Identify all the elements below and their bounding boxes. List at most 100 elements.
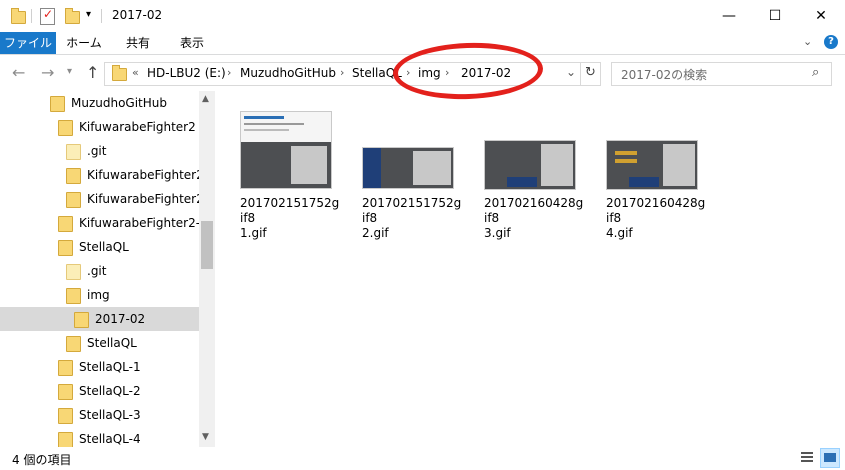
sidebar-item-label: StellaQL-3 <box>79 408 141 422</box>
item-count: 4 個の項目 <box>12 453 72 467</box>
sidebar-item[interactable]: MuzudhoGitHub <box>0 91 199 115</box>
sidebar-item-label: StellaQL-1 <box>79 360 141 374</box>
scrollbar-thumb[interactable] <box>201 221 213 269</box>
file-item[interactable]: 201702151752gif8 2.gif <box>362 147 462 240</box>
navigation-pane: MuzudhoGitHub KifuwarabeFighter2 .git Kifuw… <box>0 91 215 447</box>
details-view-icon[interactable] <box>799 449 815 465</box>
tab-home[interactable]: ホーム <box>62 32 106 54</box>
sidebar-item-label: KifuwarabeFighter2 <box>79 120 196 134</box>
sidebar-item-label: img <box>87 288 110 302</box>
sidebar-item[interactable]: StellaQL-3 <box>0 403 199 427</box>
sidebar-item[interactable]: .git <box>0 259 199 283</box>
folder-icon <box>66 192 81 208</box>
sidebar-item-label: 2017-02 <box>95 312 146 326</box>
scroll-down-icon[interactable]: ▼ <box>202 432 209 442</box>
chevron-right-icon[interactable]: › <box>227 66 231 79</box>
folder-icon <box>58 408 73 424</box>
sidebar-item-label: StellaQL <box>87 336 137 350</box>
folder-icon <box>66 336 81 352</box>
file-name: 201702151752gif8 2.gif <box>362 196 462 240</box>
forward-button[interactable]: → <box>41 63 54 82</box>
thumbnail-image <box>484 140 576 190</box>
sidebar-item-label: KifuwarabeFighter2 <box>87 168 199 182</box>
folder-icon <box>66 288 81 304</box>
thumbnail-image <box>606 140 698 190</box>
file-name: 201702151752gif8 1.gif <box>240 196 340 240</box>
sidebar-item[interactable]: 2017-02 <box>0 307 199 331</box>
file-item[interactable]: 201702151752gif8 1.gif <box>240 111 340 240</box>
back-button[interactable]: ← <box>12 63 25 82</box>
folder-icon[interactable] <box>11 8 26 24</box>
title-bar: ✓ ▾ 2017-02 — ☐ ✕ <box>0 0 845 32</box>
sidebar-item-label: .git <box>87 144 107 158</box>
sidebar-item-label: StellaQL-2 <box>79 384 141 398</box>
thumbnail-image <box>362 147 454 189</box>
status-bar: 4 個の項目 <box>0 447 845 470</box>
folder-icon <box>58 384 73 400</box>
minimize-button[interactable]: — <box>706 0 752 31</box>
sidebar-item[interactable]: StellaQL <box>0 235 199 259</box>
folder-icon <box>50 96 65 112</box>
sidebar-item-label: .git <box>87 264 107 278</box>
sidebar-scrollbar[interactable]: ▲ ▼ <box>199 91 215 447</box>
address-dropdown-icon[interactable]: ⌄ <box>566 65 576 79</box>
window-title: 2017-02 <box>112 8 163 22</box>
sidebar-item[interactable]: .git <box>0 139 199 163</box>
folder-icon <box>58 432 73 447</box>
tab-share[interactable]: 共有 <box>116 32 160 54</box>
maximize-button[interactable]: ☐ <box>752 0 798 31</box>
sidebar-item-label: StellaQL <box>79 240 129 254</box>
file-name: 201702160428gif8 3.gif <box>484 196 584 240</box>
file-list: 201702151752gif8 1.gif 201702151752gif8 2.… <box>216 91 845 447</box>
sidebar-item[interactable]: img <box>0 283 199 307</box>
quick-access-dropdown-icon[interactable]: ▾ <box>86 9 91 20</box>
thumbnail-image <box>240 111 332 189</box>
refresh-icon[interactable]: ↻ <box>585 65 596 80</box>
folder-icon <box>66 264 81 280</box>
folder-icon <box>74 312 89 328</box>
up-button[interactable]: ↑ <box>86 63 99 82</box>
folder-icon <box>58 240 73 256</box>
folder-icon <box>58 360 73 376</box>
breadcrumb-drive[interactable]: HD-LBU2 (E:) <box>147 66 226 80</box>
sidebar-item-label: KifuwarabeFighter2_m <box>87 192 199 206</box>
search-icon[interactable]: ⌕ <box>812 65 819 80</box>
file-item[interactable]: 201702160428gif8 4.gif <box>606 140 706 240</box>
folder-icon <box>58 120 73 136</box>
breadcrumb-muzudhogithub[interactable]: MuzudhoGitHub <box>240 66 336 80</box>
folder-icon <box>58 216 73 232</box>
sidebar-item-label: MuzudhoGitHub <box>71 96 168 110</box>
sidebar-item[interactable]: KifuwarabeFighter2 <box>0 115 199 139</box>
sidebar-item[interactable]: StellaQL-2 <box>0 379 199 403</box>
sidebar-item-label: StellaQL-4 <box>79 432 141 446</box>
scroll-up-icon[interactable]: ▲ <box>202 94 209 104</box>
chevron-right-icon[interactable]: › <box>340 66 344 79</box>
overflow-chevron[interactable]: « <box>132 66 139 79</box>
help-icon[interactable]: ? <box>824 35 838 49</box>
tab-file[interactable]: ファイル <box>0 32 56 54</box>
file-name: 201702160428gif8 4.gif <box>606 196 706 240</box>
separator <box>31 9 32 23</box>
sidebar-item[interactable]: KifuwarabeFighter2 <box>0 163 199 187</box>
search-input[interactable]: 2017-02の検索 <box>621 66 707 83</box>
ribbon-expand-icon[interactable]: ⌄ <box>803 35 812 48</box>
sidebar-item[interactable]: StellaQL-1 <box>0 355 199 379</box>
separator <box>101 9 102 23</box>
search-box[interactable]: 2017-02の検索 ⌕ <box>611 62 832 86</box>
large-icons-view-icon[interactable] <box>820 448 840 468</box>
tab-view[interactable]: 表示 <box>170 32 214 54</box>
separator <box>580 63 581 85</box>
properties-icon[interactable]: ✓ <box>40 7 55 25</box>
sidebar-item[interactable]: StellaQL <box>0 331 199 355</box>
sidebar-item[interactable]: KifuwarabeFighter2_m <box>0 187 199 211</box>
close-button[interactable]: ✕ <box>798 0 844 31</box>
sidebar-item-label: KifuwarabeFighter2-157 <box>79 216 199 230</box>
sidebar-item[interactable]: StellaQL-4 <box>0 427 199 447</box>
folder-icon <box>66 168 81 184</box>
folder-icon <box>112 65 127 81</box>
sidebar-item[interactable]: KifuwarabeFighter2-157 <box>0 211 199 235</box>
file-item[interactable]: 201702160428gif8 3.gif <box>484 140 584 240</box>
recent-locations-icon[interactable]: ▾ <box>67 66 72 77</box>
new-folder-icon[interactable] <box>65 8 80 24</box>
folder-icon <box>66 144 81 160</box>
